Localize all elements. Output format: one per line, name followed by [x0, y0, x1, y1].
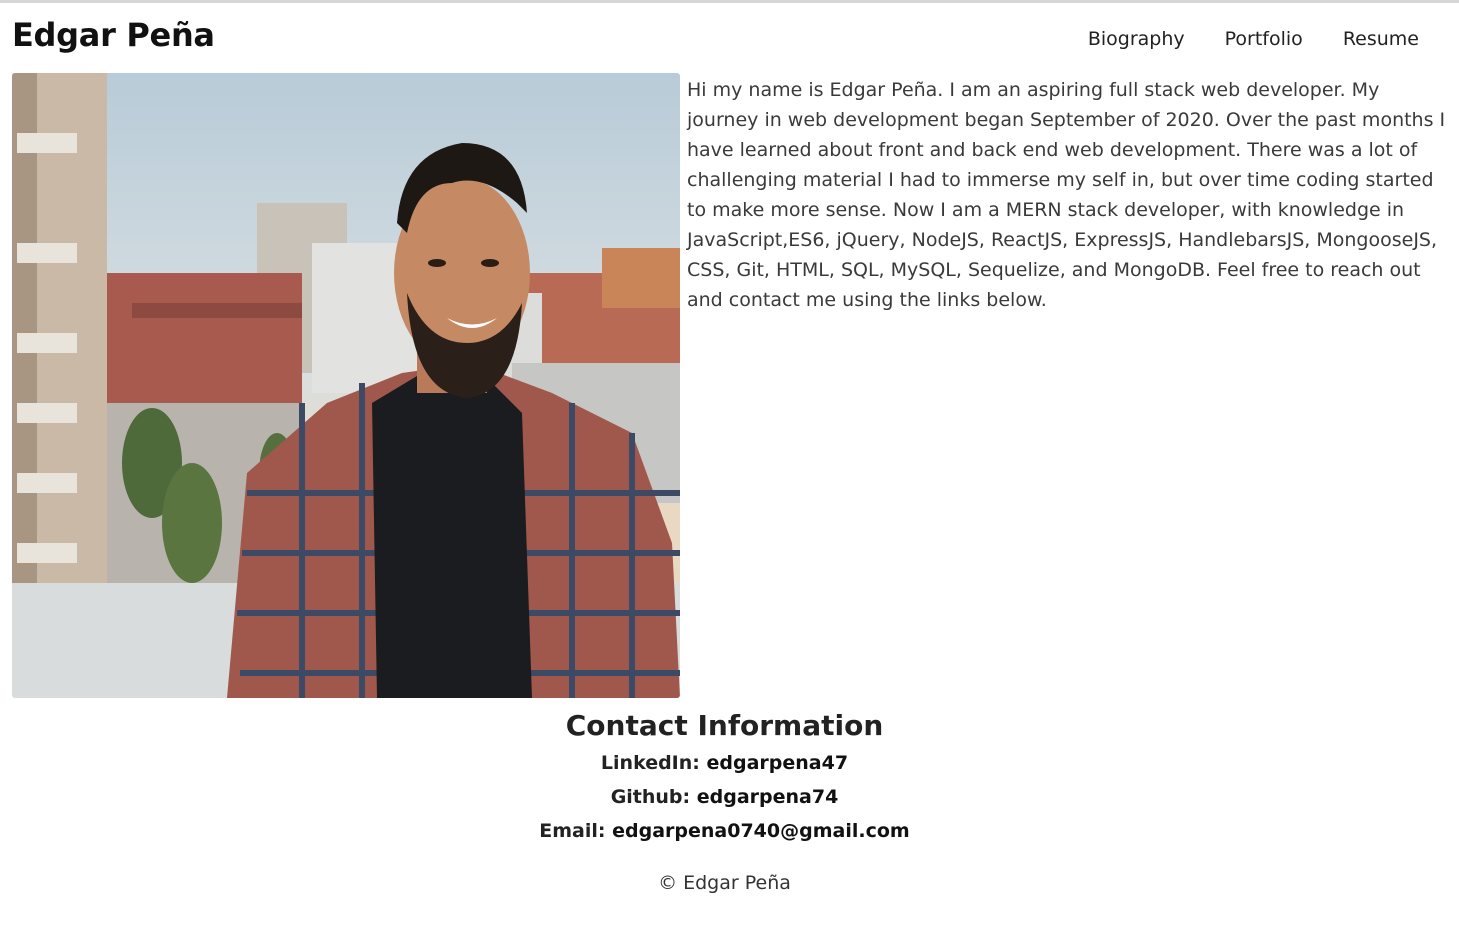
email-label: Email:	[539, 820, 613, 842]
biography-text: Hi my name is Edgar Peña. I am an aspiri…	[687, 79, 1446, 311]
linkedin-link[interactable]: edgarpena47	[707, 752, 849, 774]
site-title[interactable]: Edgar Peña	[12, 14, 215, 56]
email-row: Email: edgarpena0740@gmail.com	[0, 814, 1449, 848]
nav-biography[interactable]: Biography	[1088, 26, 1185, 52]
nav-portfolio[interactable]: Portfolio	[1225, 26, 1303, 52]
footer-copyright: © Edgar Peña	[658, 872, 791, 894]
linkedin-row: LinkedIn: edgarpena47	[0, 746, 1449, 780]
linkedin-label: LinkedIn:	[600, 752, 707, 774]
contact-section: Contact Information LinkedIn: edgarpena4…	[0, 706, 1449, 848]
top-border	[0, 0, 1459, 3]
github-label: Github:	[610, 786, 697, 808]
contact-heading: Contact Information	[565, 709, 884, 742]
email-link[interactable]: edgarpena0740@gmail.com	[612, 820, 910, 842]
github-link[interactable]: edgarpena74	[697, 786, 839, 808]
main-nav: Biography Portfolio Resume	[1048, 26, 1419, 52]
profile-photo	[12, 73, 680, 698]
github-row: Github: edgarpena74	[0, 780, 1449, 814]
nav-resume[interactable]: Resume	[1343, 26, 1419, 52]
